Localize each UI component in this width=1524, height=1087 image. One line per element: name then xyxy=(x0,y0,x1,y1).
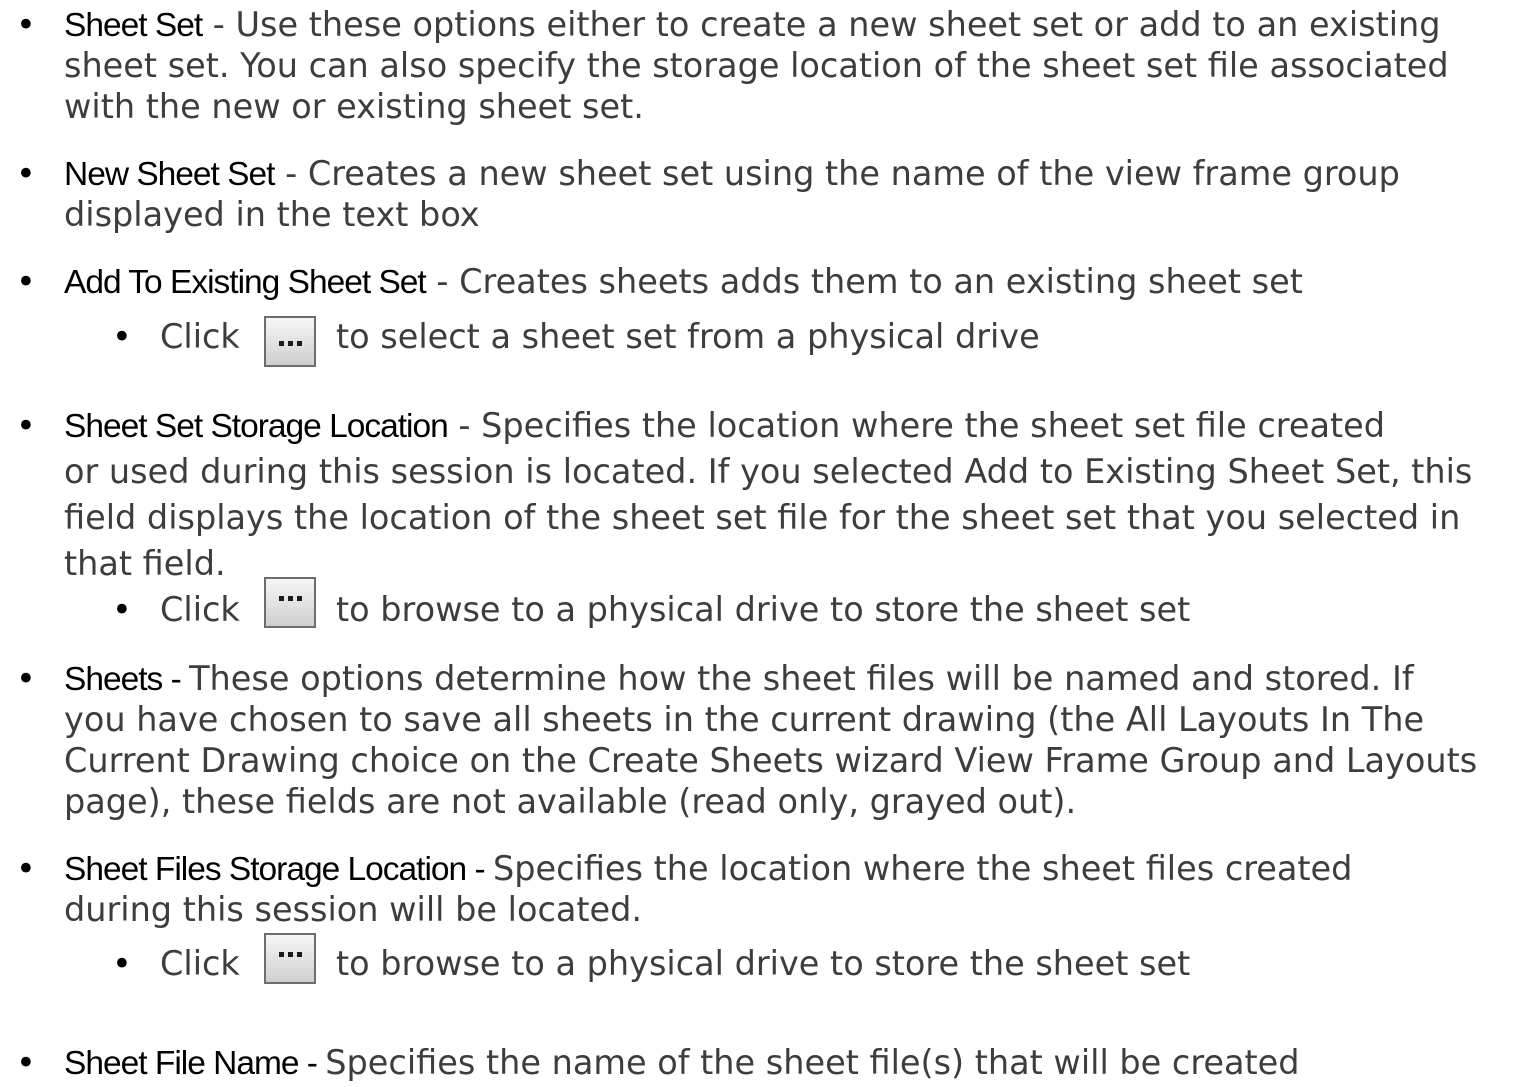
bullet: • xyxy=(16,849,36,888)
item-text: Specifies the location where the sheet f… xyxy=(492,849,1353,888)
bullet: • xyxy=(112,590,132,629)
item-line: New Sheet Set - Creates a new sheet set … xyxy=(64,153,1519,195)
bullet: • xyxy=(112,944,132,983)
sub-text: to browse to a physical drive to store t… xyxy=(336,590,1191,629)
item-term: Sheet Set Storage Location xyxy=(64,408,449,445)
item-line: you have chosen to save all sheets in th… xyxy=(64,700,1425,739)
bullet: • xyxy=(16,659,36,698)
item-term: Sheet Set xyxy=(64,7,203,44)
item-line: displayed in the text box xyxy=(64,195,480,234)
ellipsis-icon xyxy=(279,341,303,347)
bullet: • xyxy=(16,154,36,193)
slide-content: • Sheet Set - Use these options either t… xyxy=(0,0,1524,1087)
item-text: - Use these options either to create a n… xyxy=(202,5,1441,44)
ellipsis-icon xyxy=(279,596,303,602)
bullet: • xyxy=(112,317,132,356)
sub-click-label: Click xyxy=(160,317,240,356)
item-term: New Sheet Set xyxy=(64,156,275,193)
item-line: with the new or existing sheet set. xyxy=(64,87,644,126)
browse-button-icon xyxy=(264,577,316,628)
item-text: - Creates a new sheet set using the name… xyxy=(274,154,1400,193)
item-line: Sheet Set - Use these options either to … xyxy=(64,4,1519,46)
item-term: Sheet Files Storage Location - xyxy=(64,851,493,888)
bullet: • xyxy=(16,1043,36,1082)
item-line: Current Drawing choice on the Create She… xyxy=(64,741,1478,780)
sub-click-label: Click xyxy=(160,590,240,629)
item-line: page), these fields are not available (r… xyxy=(64,782,1077,821)
item-text: - Specifies the location where the sheet… xyxy=(447,406,1385,445)
item-line: Sheets - These options determine how the… xyxy=(64,658,1519,700)
ellipsis-icon xyxy=(279,952,303,958)
item-line: Sheet Set Storage Location - Specifies t… xyxy=(64,405,1519,447)
bullet: • xyxy=(16,262,36,301)
item-line: Sheet Files Storage Location - Specifies… xyxy=(64,848,1519,890)
sub-click-label: Click xyxy=(160,944,240,983)
item-term: Sheet File Name - xyxy=(64,1045,326,1082)
browse-button-icon xyxy=(264,316,316,367)
item-text: - Creates sheets adds them to an existin… xyxy=(425,262,1303,301)
sub-text: to select a sheet set from a physical dr… xyxy=(336,317,1040,356)
item-text: These options determine how the sheet fi… xyxy=(189,659,1414,698)
item-line: or used during this session is located. … xyxy=(64,452,1473,491)
item-line: field displays the location of the sheet… xyxy=(64,498,1461,537)
sub-text: to browse to a physical drive to store t… xyxy=(336,944,1191,983)
item-term: Add To Existing Sheet Set xyxy=(64,264,427,301)
item-line: Add To Existing Sheet Set - Creates shee… xyxy=(64,261,1519,303)
bullet: • xyxy=(16,406,36,445)
item-line: Sheet File Name - Specifies the name of … xyxy=(64,1042,1519,1084)
item-text: Specifies the name of the sheet file(s) … xyxy=(325,1043,1300,1082)
item-line: during this session will be located. xyxy=(64,890,643,929)
item-term: Sheets - xyxy=(64,661,190,698)
browse-button-icon xyxy=(264,933,316,984)
bullet: • xyxy=(16,5,36,44)
item-line: sheet set. You can also specify the stor… xyxy=(64,46,1449,85)
